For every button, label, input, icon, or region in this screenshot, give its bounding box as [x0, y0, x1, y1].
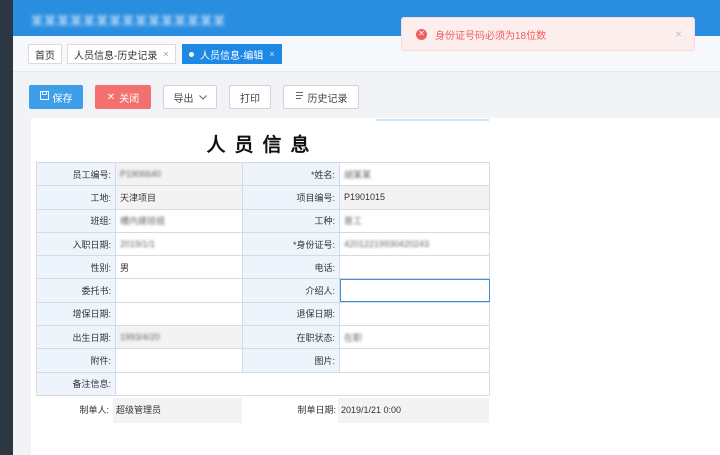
- export-button[interactable]: 导出: [163, 85, 217, 109]
- toast-message: 身份证号码必须为18位数: [435, 30, 547, 42]
- field-label: 附件:: [36, 348, 116, 373]
- form-row-remark: 备注信息:: [36, 371, 490, 396]
- field-input[interactable]: 普工: [339, 208, 490, 233]
- toolbar: 保存 ✕ 关闭 导出 打印 历史记录: [13, 72, 720, 118]
- left-sidebar-strip: [0, 0, 13, 455]
- form-row: 性别: 男 电话:: [36, 255, 490, 280]
- save-button[interactable]: 保存: [29, 85, 83, 109]
- close-icon: ✕: [106, 91, 116, 103]
- history-button[interactable]: 历史记录: [283, 85, 359, 109]
- field-label: 介绍人:: [242, 278, 340, 303]
- form-row: 班组: 槽内建班组 工种: 普工: [36, 208, 490, 233]
- date-value: 2019/1/21 0:00: [338, 398, 489, 423]
- form-title: 人员信息: [206, 135, 319, 156]
- tab-label: 人员信息-历史记录: [74, 50, 158, 62]
- tab-personnel-edit[interactable]: 人员信息-编辑 ×: [182, 44, 282, 64]
- field-label: 出生日期:: [36, 325, 116, 350]
- form-row: 入职日期: 2019/1/1 *身份证号: 42012219930420243: [36, 231, 490, 257]
- field-label: 员工编号:: [36, 161, 116, 187]
- field-label: 工地:: [36, 185, 116, 210]
- field-input[interactable]: P1901015: [339, 185, 490, 210]
- field-input[interactable]: P1906640: [115, 161, 243, 187]
- field-input[interactable]: [339, 255, 490, 280]
- creator-value: 超级管理员: [113, 398, 242, 423]
- close-button[interactable]: ✕ 关闭: [95, 85, 151, 109]
- close-icon[interactable]: ×: [269, 49, 274, 59]
- remark-label: 备注信息:: [36, 371, 116, 396]
- error-icon: ✕: [416, 28, 427, 40]
- form-row: 增保日期: 退保日期:: [36, 301, 490, 327]
- field-input[interactable]: 胡某某: [339, 161, 490, 187]
- divider: [376, 119, 489, 121]
- chevron-down-icon: [198, 92, 207, 103]
- field-value: P1901015: [344, 192, 386, 203]
- error-toast: ✕ 身份证号码必须为18位数 ×: [401, 17, 695, 51]
- field-input[interactable]: [339, 278, 490, 303]
- field-input[interactable]: [339, 348, 490, 373]
- remark-input[interactable]: [115, 371, 490, 396]
- field-value: P1906640: [120, 169, 162, 180]
- app-title: 某某某某某某某某某某某某某某某: [31, 14, 227, 28]
- field-label: 入职日期:: [36, 231, 116, 257]
- field-value: 男: [120, 262, 130, 273]
- print-button[interactable]: 打印: [229, 85, 271, 109]
- field-input[interactable]: 2019/1/1: [115, 231, 243, 257]
- field-input[interactable]: [115, 278, 243, 303]
- field-value: 胡某某: [344, 169, 372, 180]
- field-label: 图片:: [242, 348, 340, 373]
- save-icon: [39, 91, 49, 103]
- field-value: 普工: [344, 216, 363, 227]
- canvas-gutter: [13, 118, 31, 455]
- form-row: 委托书: 介绍人:: [36, 278, 490, 303]
- field-value: 42012219930420243: [344, 239, 430, 250]
- field-value: 在职: [344, 332, 363, 343]
- form-row: 附件: 图片:: [36, 348, 490, 373]
- field-input[interactable]: 在职: [339, 325, 490, 350]
- field-label: 项目编号:: [242, 185, 340, 210]
- tab-label: 首页: [35, 50, 55, 62]
- save-label: 保存: [52, 93, 73, 105]
- tab-personnel-history[interactable]: 人员信息-历史记录 ×: [67, 44, 176, 64]
- form-row: 员工编号: P1906640 *姓名: 胡某某: [36, 161, 490, 187]
- field-input[interactable]: 1993/4/20: [115, 325, 243, 350]
- print-label: 打印: [240, 93, 260, 105]
- field-value: 天津项目: [120, 192, 157, 203]
- export-label: 导出: [173, 93, 194, 105]
- field-input[interactable]: 天津项目: [115, 185, 243, 210]
- form-row: 工地: 天津项目 项目编号: P1901015: [36, 185, 490, 210]
- field-value: 槽内建班组: [120, 216, 166, 227]
- personnel-form-table: 员工编号: P1906640 *姓名: 胡某某工地: 天津项目 项目编号: P1901015…: [36, 161, 490, 396]
- field-label: 增保日期:: [36, 301, 116, 327]
- field-label: *身份证号:: [242, 231, 340, 257]
- tab-label: 人员信息-编辑: [200, 50, 264, 62]
- field-value: 2019/1/1: [120, 239, 156, 250]
- field-label: 委托书:: [36, 278, 116, 303]
- field-label: 班组:: [36, 208, 116, 233]
- field-input[interactable]: [115, 348, 243, 373]
- field-label: 退保日期:: [242, 301, 340, 327]
- tab-home[interactable]: 首页: [28, 44, 62, 64]
- close-label: 关闭: [119, 93, 140, 105]
- close-icon[interactable]: ×: [163, 49, 168, 59]
- field-label: 电话:: [242, 255, 340, 280]
- field-input[interactable]: [339, 301, 490, 327]
- field-label: *姓名:: [242, 161, 340, 187]
- creator-label: 制单人:: [79, 405, 109, 415]
- field-label: 性别:: [36, 255, 116, 280]
- history-list-icon: [295, 91, 304, 103]
- form-row: 出生日期: 1993/4/20 在职状态: 在职: [36, 325, 490, 350]
- field-input[interactable]: 槽内建班组: [115, 208, 243, 233]
- field-label: 工种:: [242, 208, 340, 233]
- active-dot-icon: [189, 51, 194, 57]
- field-label: 在职状态:: [242, 325, 340, 350]
- field-value: 1993/4/20: [120, 332, 161, 343]
- date-label: 制单日期:: [297, 405, 336, 415]
- field-input[interactable]: [115, 301, 243, 327]
- history-label: 历史记录: [307, 93, 348, 105]
- field-input[interactable]: 男: [115, 255, 243, 280]
- toast-close-icon[interactable]: ×: [675, 27, 682, 41]
- field-input[interactable]: 42012219930420243: [339, 231, 490, 257]
